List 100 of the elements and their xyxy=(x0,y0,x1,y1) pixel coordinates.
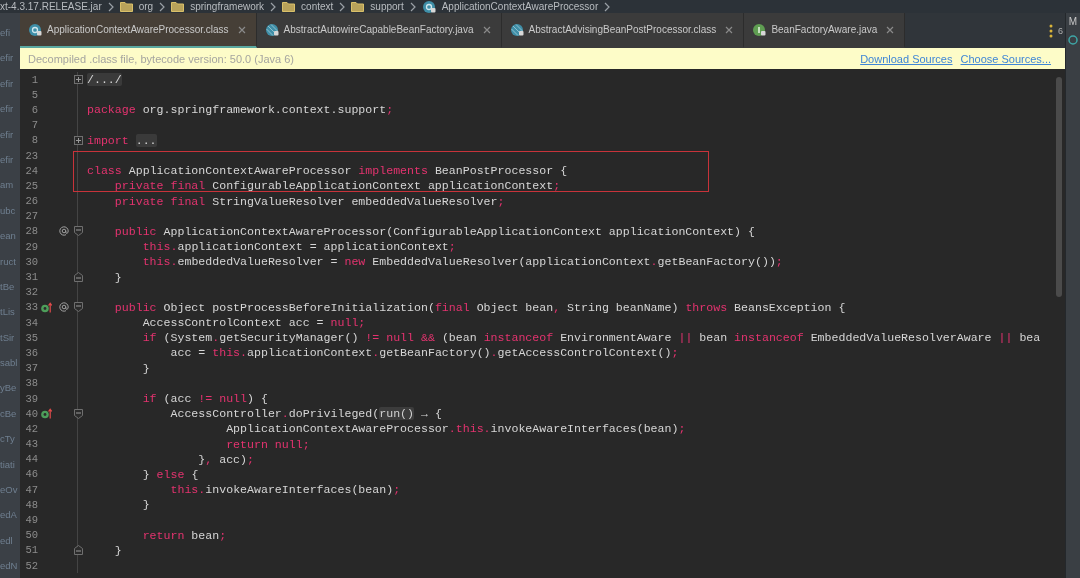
code-line: } xyxy=(113,269,122,285)
structure-item[interactable]: edl xyxy=(0,527,20,554)
at-sign-icon[interactable] xyxy=(58,302,69,313)
chevron-icon xyxy=(339,1,346,12)
editor-tab[interactable]: ApplicationContextAwareProcessor.class xyxy=(20,13,257,48)
code-line: }, acc); xyxy=(197,451,254,467)
breadcrumb-item[interactable]: org xyxy=(138,0,154,13)
line-number: 50 xyxy=(24,529,38,542)
code-line: this.embeddedValueResolver = new EmbeddedValueResolver(applicationContext.getBeanFactory()); xyxy=(141,254,783,270)
structure-item[interactable]: efir xyxy=(0,45,20,71)
line-number: 8 xyxy=(30,134,38,147)
code-line: } xyxy=(141,497,150,513)
code-line: public Object postProcessBeforeInitialization(final Object bean, String beanName) throws BeansException { xyxy=(113,299,846,315)
structure-item[interactable]: eOv xyxy=(0,477,20,503)
line-number: 37 xyxy=(24,362,38,375)
structure-item[interactable]: cTy xyxy=(0,426,20,452)
close-icon[interactable] xyxy=(237,25,246,34)
circle-icon[interactable] xyxy=(1068,35,1078,45)
structure-item[interactable]: ruct xyxy=(0,248,20,274)
file-icon xyxy=(509,22,524,37)
fold-plus-icon[interactable] xyxy=(73,75,83,85)
structure-item[interactable]: ubc xyxy=(0,197,20,224)
fold-minus-icon[interactable] xyxy=(73,226,83,237)
line-number: 28 xyxy=(24,225,38,238)
link[interactable]: Download Sources xyxy=(860,52,953,65)
line-number: 27 xyxy=(24,210,38,223)
line-number: 24 xyxy=(24,164,38,177)
line-number: 44 xyxy=(24,453,38,466)
at-sign-icon[interactable] xyxy=(58,226,69,237)
code-line: acc = this.applicationContext.getBeanFactory().getAccessControlContext(); xyxy=(169,345,679,361)
scrollbar-thumb[interactable] xyxy=(1056,77,1062,297)
editor-tab[interactable]: BeanFactoryAware.java xyxy=(744,13,906,48)
code-line: private final ConfigurableApplicationContext applicationContext; xyxy=(113,178,561,194)
line-number: 43 xyxy=(24,438,38,451)
structure-item[interactable]: efi xyxy=(0,20,20,46)
code-line: AccessControlContext acc = null; xyxy=(141,315,366,331)
file-icon xyxy=(28,22,42,37)
chevron-icon xyxy=(604,1,611,12)
more-icon[interactable] xyxy=(1049,23,1053,38)
line-number: 51 xyxy=(24,544,38,557)
line-number: 42 xyxy=(24,422,38,435)
line-number: 23 xyxy=(24,149,38,162)
chevron-icon xyxy=(107,1,114,12)
structure-item[interactable]: ean xyxy=(0,223,20,249)
breadcrumb-item[interactable]: context xyxy=(301,0,334,13)
code-line: import ... xyxy=(87,132,157,148)
code-line: if (System.getSecurityManager() != null && (bean instanceof EnvironmentAware || bean instanceof EmbeddedValueResolverAware || bea xyxy=(141,330,1041,346)
close-icon[interactable] xyxy=(886,25,895,34)
structure-item[interactable]: tSir xyxy=(0,324,20,351)
breadcrumb-item[interactable]: support xyxy=(370,0,404,13)
code-line: public ApplicationContextAwareProcessor(ConfigurableApplicationContext applicationContext) { xyxy=(113,223,755,239)
line-number: 1 xyxy=(30,73,38,86)
chevron-icon xyxy=(409,1,416,12)
structure-item[interactable]: am xyxy=(0,172,20,198)
structure-item[interactable]: tiati xyxy=(0,451,20,478)
line-number: 25 xyxy=(24,179,38,192)
fold-minus-icon[interactable] xyxy=(73,302,83,313)
structure-item[interactable]: efir xyxy=(0,70,20,97)
breadcrumb-item[interactable]: xt-4.3.17.RELEASE.jar xyxy=(0,0,102,13)
line-number: 47 xyxy=(24,483,38,496)
line-number: 40 xyxy=(24,407,38,420)
structure-item[interactable]: efir xyxy=(0,121,20,147)
file-icon xyxy=(264,22,279,37)
fold-minus-icon[interactable] xyxy=(73,408,83,419)
editor-tab[interactable]: AbstractAdvisingBeanPostProcessor.class xyxy=(501,13,745,48)
code-line: return null; xyxy=(225,436,310,452)
structure-item[interactable]: efir xyxy=(0,96,20,122)
close-icon[interactable] xyxy=(482,25,491,34)
structure-item[interactable]: yBe xyxy=(0,375,20,401)
editor-tab[interactable]: AbstractAutowireCapableBeanFactory.java xyxy=(256,13,502,48)
link[interactable]: Choose Sources... xyxy=(960,52,1051,65)
tool-window-label[interactable]: M xyxy=(1068,16,1078,27)
fold-minus-icon[interactable] xyxy=(73,545,83,556)
line-number: 48 xyxy=(24,498,38,511)
code-line: } xyxy=(113,542,122,558)
code-line: this.applicationContext = applicationContext; xyxy=(141,239,456,255)
code-line: this.invokeAwareInterfaces(bean); xyxy=(169,482,401,498)
structure-item[interactable]: sabl xyxy=(0,350,20,376)
fold-plus-icon[interactable] xyxy=(73,135,83,145)
close-icon[interactable] xyxy=(725,25,734,34)
structure-item[interactable]: cBe xyxy=(0,400,20,427)
code-line: } xyxy=(141,360,150,376)
code-line: return bean; xyxy=(141,527,227,543)
breadcrumb-item[interactable]: ApplicationContextAwareProcessor xyxy=(441,0,599,13)
structure-item[interactable]: edA xyxy=(0,502,20,528)
fold-minus-icon[interactable] xyxy=(73,272,83,283)
line-number: 46 xyxy=(24,468,38,481)
breadcrumb-item[interactable]: springframework xyxy=(190,0,265,13)
file-icon xyxy=(752,22,767,37)
line-number: 38 xyxy=(24,377,38,390)
structure-item[interactable]: edN xyxy=(0,553,20,578)
chevron-icon xyxy=(159,1,166,12)
line-number: 39 xyxy=(24,392,38,405)
code-line: private final StringValueResolver embeddedValueResolver; xyxy=(113,193,505,209)
line-number: 36 xyxy=(24,346,38,359)
line-number: 26 xyxy=(24,195,38,208)
line-number: 5 xyxy=(30,88,38,101)
structure-item[interactable]: tBe xyxy=(0,273,20,300)
structure-item[interactable]: efir xyxy=(0,146,20,173)
structure-item[interactable]: tLis xyxy=(0,299,20,325)
